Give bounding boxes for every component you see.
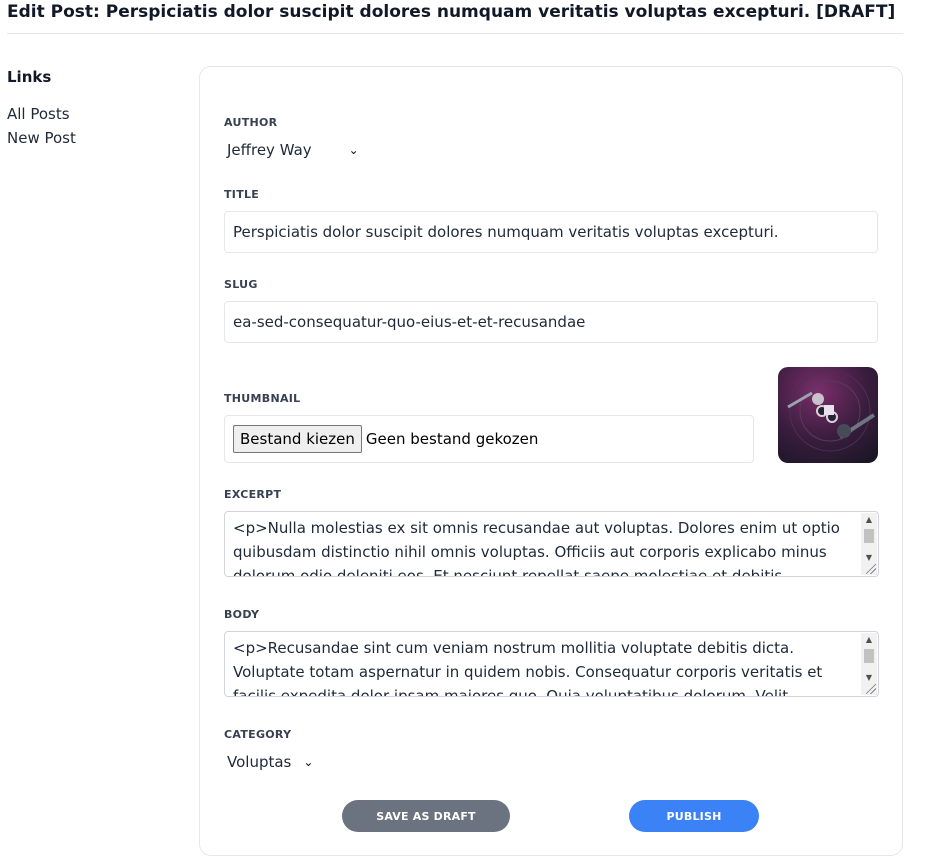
chevron-down-icon: ⌄	[303, 755, 314, 769]
save-as-draft-button[interactable]: Save as Draft	[342, 800, 510, 832]
slug-input[interactable]: ea-sed-consequatur-quo-eius-et-et-recusa…	[224, 301, 878, 343]
edit-post-form: AUTHOR Jeffrey Way ⌄ TITLE Perspiciatis …	[199, 66, 903, 856]
scrollbar-thumb[interactable]	[864, 649, 874, 663]
excerpt-textarea[interactable]: <p>Nulla molestias ex sit omnis recusand…	[224, 511, 879, 577]
sidebar: Links All Posts New Post	[7, 68, 187, 150]
sidebar-link-new-post[interactable]: New Post	[7, 126, 187, 150]
slug-label: SLUG	[224, 278, 258, 291]
title-input[interactable]: Perspiciatis dolor suscipit dolores numq…	[224, 211, 878, 253]
author-select-value: Jeffrey Way	[227, 141, 312, 159]
body-label: BODY	[224, 608, 260, 621]
thumbnail-file-input: Bestand kiezen Geen bestand gekozen	[224, 415, 754, 463]
category-select[interactable]: Voluptas ⌄	[227, 753, 313, 771]
scroll-up-icon[interactable]: ▲	[861, 513, 877, 527]
title-label: TITLE	[224, 188, 260, 201]
body-textarea[interactable]: <p>Recusandae sint cum veniam nostrum mo…	[224, 631, 879, 697]
publish-button[interactable]: Publish	[629, 800, 759, 832]
choose-file-button[interactable]: Bestand kiezen	[233, 425, 362, 453]
thumbnail-label: THUMBNAIL	[224, 392, 301, 405]
chevron-down-icon: ⌄	[348, 143, 359, 157]
category-select-value: Voluptas	[227, 753, 292, 771]
scroll-down-icon[interactable]: ▼	[861, 551, 877, 565]
body-text: <p>Recusandae sint cum veniam nostrum mo…	[233, 639, 823, 697]
author-label: AUTHOR	[224, 116, 278, 129]
file-status-text: Geen bestand gekozen	[365, 430, 539, 448]
resize-handle-icon[interactable]	[866, 564, 876, 574]
thumbnail-preview-image	[778, 367, 878, 463]
scroll-up-icon[interactable]: ▲	[861, 633, 877, 647]
scroll-down-icon[interactable]: ▼	[861, 671, 877, 685]
author-select[interactable]: Jeffrey Way ⌄	[227, 141, 359, 159]
excerpt-text: <p>Nulla molestias ex sit omnis recusand…	[233, 519, 840, 577]
sidebar-link-all-posts[interactable]: All Posts	[7, 102, 187, 126]
excerpt-label: EXCERPT	[224, 488, 282, 501]
resize-handle-icon[interactable]	[866, 684, 876, 694]
category-label: CATEGORY	[224, 728, 292, 741]
sidebar-heading: Links	[7, 68, 52, 86]
title-divider	[7, 33, 903, 34]
page-title: Edit Post: Perspiciatis dolor suscipit d…	[7, 2, 896, 22]
scrollbar-thumb[interactable]	[864, 529, 874, 543]
